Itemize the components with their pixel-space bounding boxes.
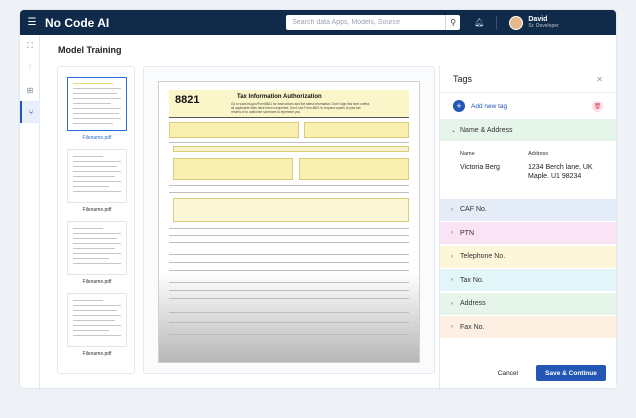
- tag-details: Name Victoria Berg Address 1234 Berch la…: [440, 142, 616, 199]
- add-tag-row: + Add new tag 🗑︎: [440, 93, 616, 119]
- thumbnail-label: Filename.pdf: [82, 135, 112, 141]
- thumbnail-label: Filename.pdf: [82, 207, 112, 213]
- thumbnail-4[interactable]: Filename.pdf: [66, 293, 128, 359]
- form-field: [173, 146, 409, 152]
- tag-list: › CAF No. › PTN › Telephone No. › Tax No. › A…: [440, 198, 616, 338]
- tags-panel: Tags ✕ + Add new tag 🗑︎ ⌄ Name & Address…: [439, 66, 616, 388]
- thumbnail-1[interactable]: Filename.pdf: [66, 77, 128, 143]
- tag-fax[interactable]: › Fax No.: [440, 316, 616, 338]
- address-value: 1234 Berch lane, UK Maple. U1 98234: [528, 163, 593, 180]
- form-subtitle: Go to www.irs.gov/Form8821 for instructi…: [231, 102, 370, 114]
- divider: [496, 15, 498, 30]
- add-tag-button[interactable]: +: [453, 100, 465, 112]
- user-role: Sr. Developer: [528, 22, 559, 29]
- sidebar: ⛶ ⫶ ⊞ ⑂: [20, 35, 40, 388]
- form-table: [173, 198, 409, 222]
- page-preview: [67, 293, 127, 347]
- form-field: [173, 158, 293, 180]
- tag-label: Name & Address: [460, 126, 513, 134]
- menu-icon[interactable]: ☰: [22, 17, 42, 28]
- brand-logo[interactable]: No Code AI: [45, 16, 109, 30]
- tag-label: Telephone No.: [460, 253, 506, 260]
- trash-icon[interactable]: 🗑︎: [592, 100, 603, 112]
- thumbnail-3[interactable]: Filename.pdf: [66, 221, 128, 287]
- chevron-right-icon: ›: [451, 300, 453, 307]
- thumbnail-list: Filename.pdf Filename.pdf Filename.pdf F…: [57, 66, 135, 374]
- user-info[interactable]: David Sr. Developer: [528, 16, 558, 30]
- tag-telephone[interactable]: › Telephone No.: [440, 245, 616, 268]
- form-header: 8821 Tax Information Authorization Go to…: [169, 90, 409, 118]
- page-shadow: [159, 272, 419, 362]
- add-tag-label[interactable]: Add new tag: [471, 103, 507, 110]
- avatar[interactable]: [509, 15, 524, 30]
- close-icon[interactable]: ✕: [596, 75, 603, 84]
- document-viewer: 8821 Tax Information Authorization Go to…: [143, 66, 435, 374]
- page-preview: [67, 77, 127, 131]
- chevron-right-icon: ›: [451, 253, 453, 260]
- name-header: Name: [460, 150, 475, 157]
- scan-icon[interactable]: ⛶: [20, 35, 40, 57]
- document-page[interactable]: 8821 Tax Information Authorization Go to…: [158, 81, 420, 363]
- user-name: David: [528, 15, 548, 23]
- chevron-right-icon: ›: [451, 277, 453, 283]
- tag-address[interactable]: › Address: [440, 292, 616, 315]
- address-header: Address: [528, 150, 549, 157]
- chevron-right-icon: ›: [451, 324, 453, 330]
- form-title: Tax Information Authorization: [237, 94, 322, 100]
- tags-header: Tags ✕: [440, 66, 616, 92]
- page-preview: [67, 221, 127, 275]
- top-bar: ☰ No Code AI ⚲ 🔔︎ David Sr. Developer: [20, 10, 616, 35]
- form-field: [304, 122, 409, 138]
- tag-caf[interactable]: › CAF No.: [440, 198, 616, 221]
- thumbnail-label: Filename.pdf: [82, 351, 112, 357]
- tag-ptn[interactable]: › PTN: [440, 222, 616, 244]
- page-preview: [67, 149, 127, 203]
- save-continue-button[interactable]: Save & Continue: [536, 365, 606, 381]
- tag-label: CAF No.: [460, 206, 487, 213]
- flow-icon[interactable]: ⑂: [20, 101, 40, 123]
- tags-title: Tags: [453, 74, 473, 84]
- tag-tax[interactable]: › Tax No.: [440, 269, 616, 291]
- cancel-button[interactable]: Cancel: [490, 370, 526, 377]
- chart-icon[interactable]: ⫶: [20, 57, 40, 79]
- bell-icon[interactable]: 🔔︎: [474, 18, 484, 27]
- page-title: Model Training: [58, 45, 122, 55]
- tag-label: Fax No.: [460, 323, 485, 331]
- form-field: [299, 158, 409, 180]
- panel-footer: Cancel Save & Continue: [440, 358, 616, 388]
- chevron-down-icon: ⌄: [451, 127, 457, 134]
- search-icon[interactable]: ⚲: [445, 15, 461, 30]
- chevron-right-icon: ›: [451, 206, 453, 213]
- form-field: [169, 122, 299, 138]
- tag-label: Address: [460, 300, 486, 307]
- thumbnail-2[interactable]: Filename.pdf: [66, 149, 128, 215]
- tag-label: PTN: [460, 229, 474, 237]
- search-input[interactable]: [286, 15, 447, 30]
- tag-name-address[interactable]: ⌄ Name & Address: [440, 119, 616, 141]
- chevron-right-icon: ›: [451, 230, 453, 236]
- thumbnail-label: Filename.pdf: [82, 279, 112, 285]
- table-icon[interactable]: ⊞: [20, 79, 40, 101]
- form-number: 8821: [175, 94, 200, 106]
- tag-label: Tax No.: [460, 276, 484, 284]
- name-value: Victoria Berg: [460, 163, 500, 171]
